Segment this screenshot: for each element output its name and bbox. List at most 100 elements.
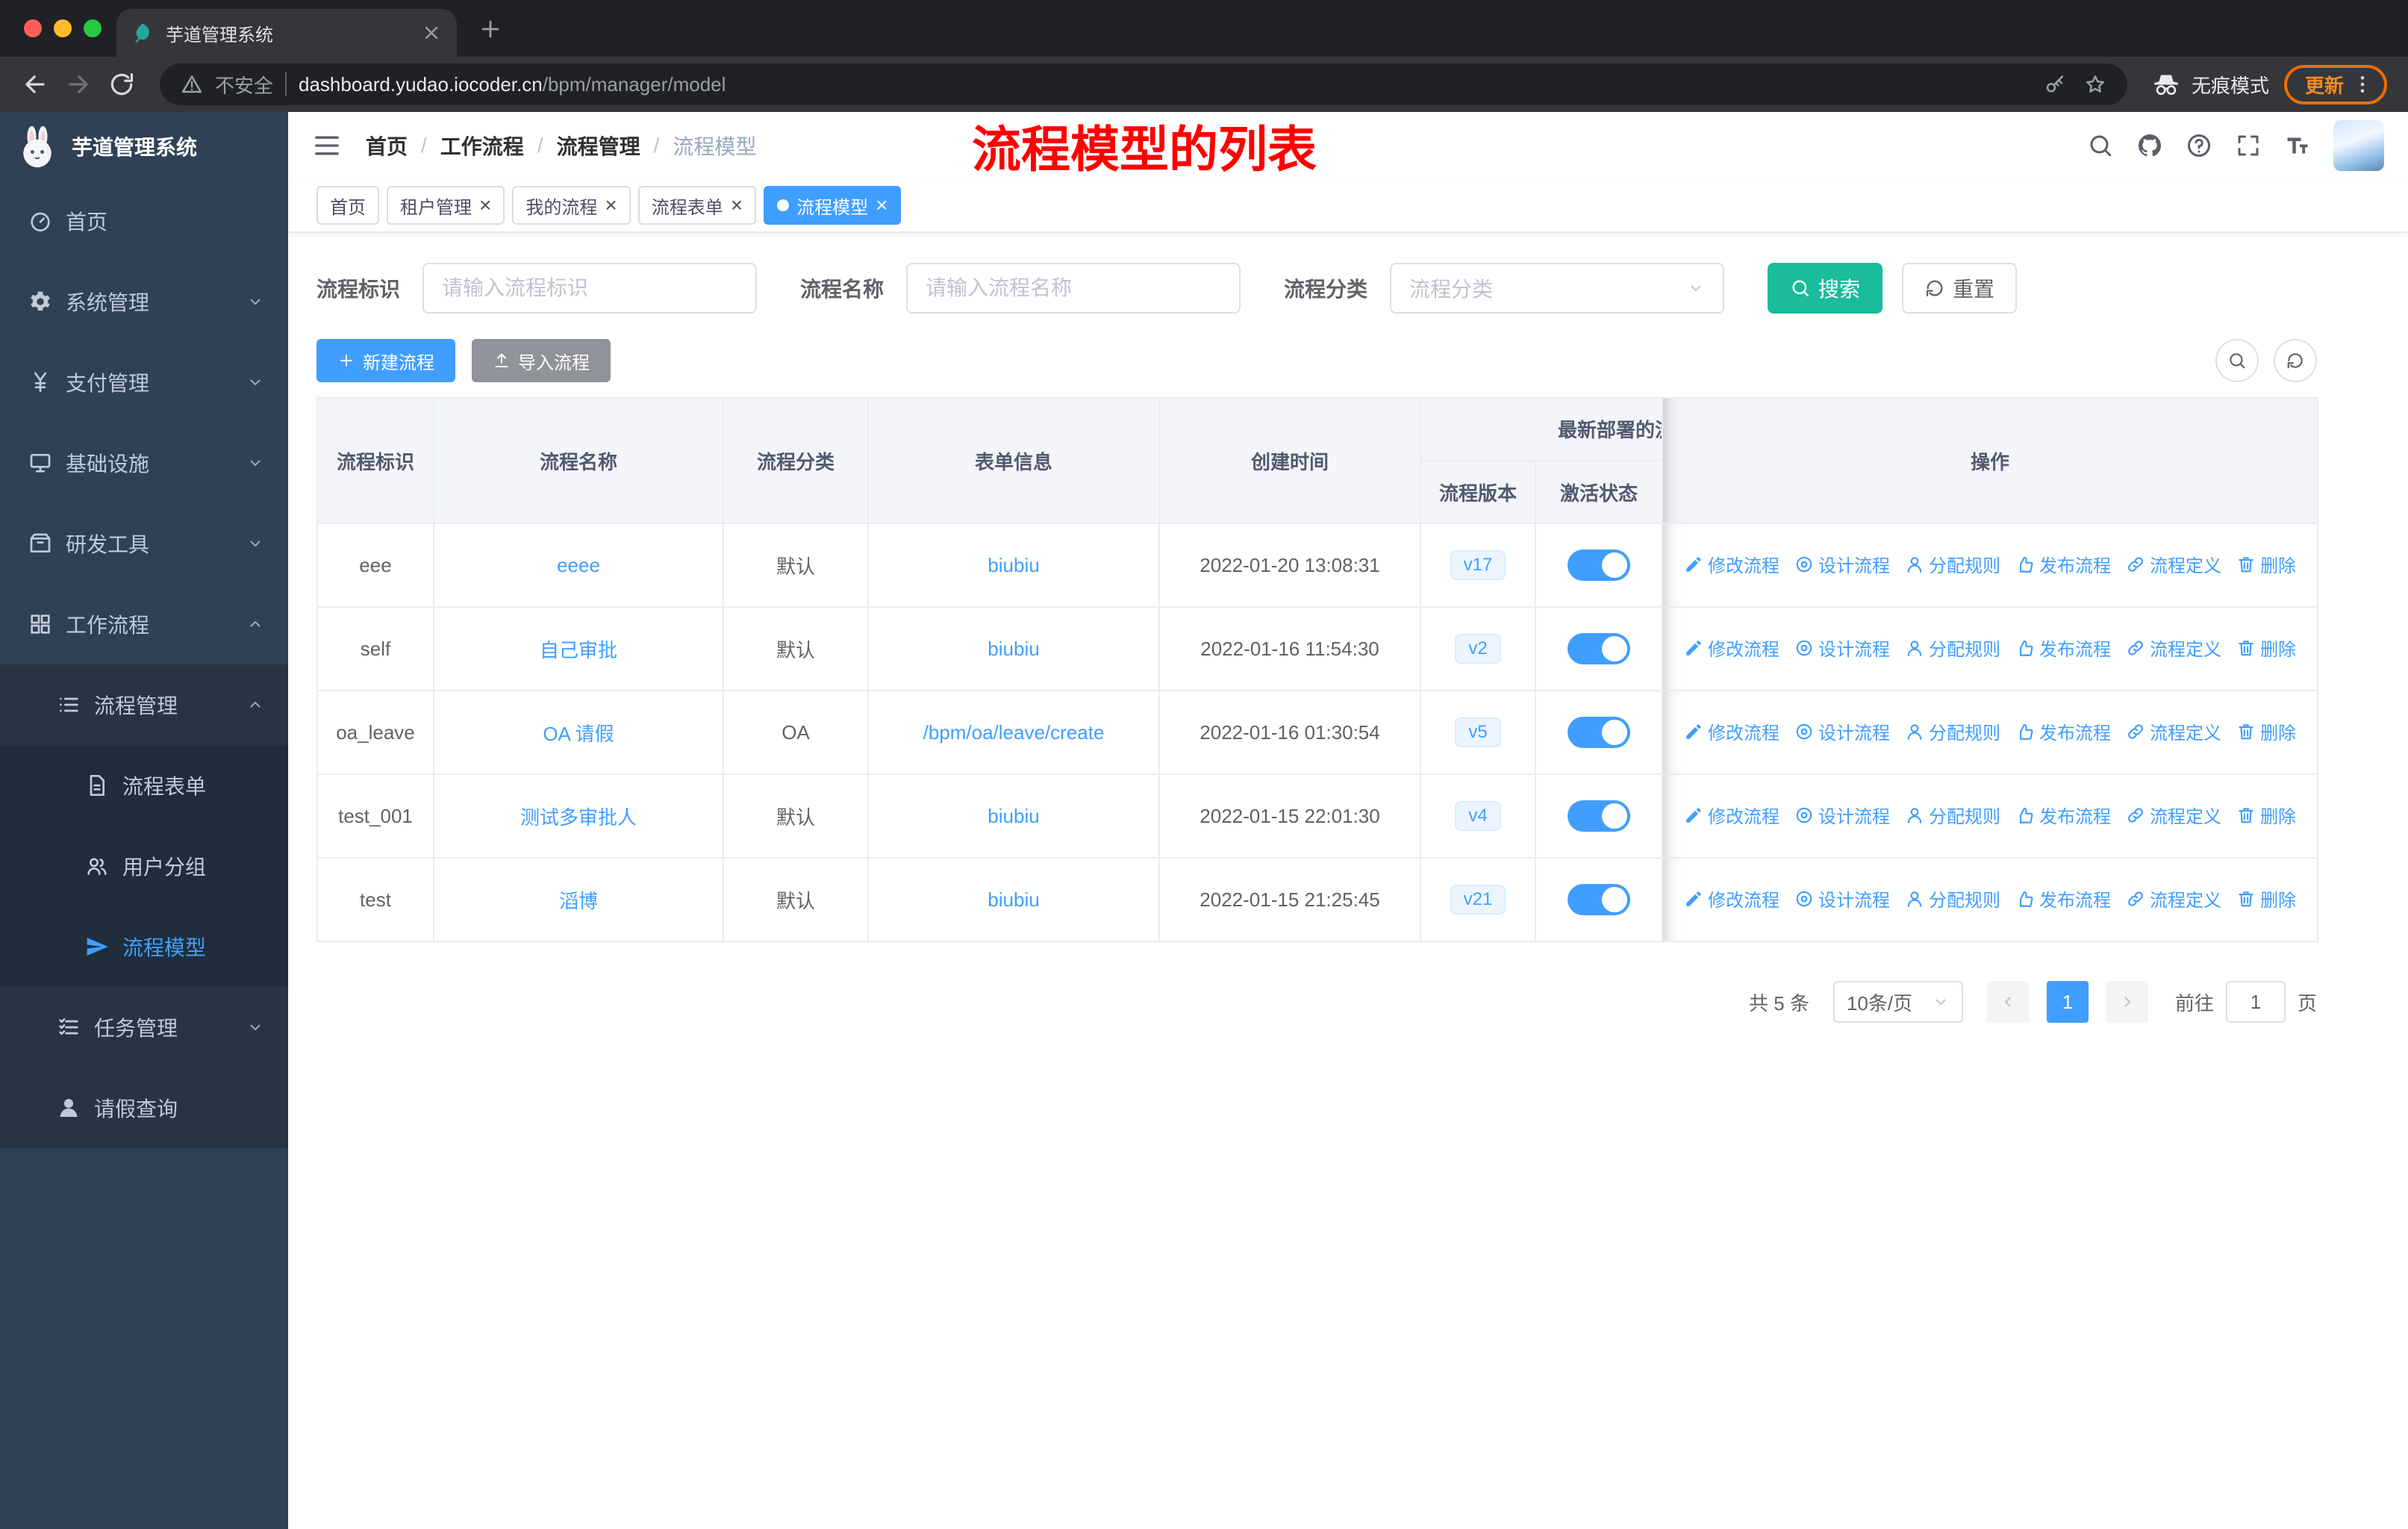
row-action-publish[interactable]: 发布流程 (2015, 635, 2111, 661)
sidebar-logo[interactable]: 芋道管理系统 (0, 112, 288, 181)
back-button[interactable] (21, 70, 49, 99)
goto-page-input[interactable] (2225, 981, 2286, 1023)
help-icon[interactable] (2186, 132, 2212, 159)
tag-close-icon[interactable]: × (876, 195, 888, 216)
page-tag-4[interactable]: 流程模型 × (764, 186, 902, 225)
process-name-input[interactable] (906, 263, 1241, 314)
form-info-link[interactable]: biubiu (988, 805, 1039, 827)
breadcrumb-item-1[interactable]: 工作流程 (440, 131, 524, 161)
browser-tab[interactable]: 芋道管理系统 (116, 9, 457, 57)
form-info-link[interactable]: biubiu (988, 554, 1039, 576)
bookmark-star-icon[interactable] (2084, 73, 2106, 96)
row-action-modify[interactable]: 修改流程 (1684, 885, 1780, 912)
version-tag[interactable]: v5 (1455, 717, 1501, 747)
row-action-design[interactable]: 设计流程 (1794, 802, 1890, 828)
version-tag[interactable]: v21 (1450, 885, 1506, 915)
row-action-definition[interactable]: 流程定义 (2126, 718, 2221, 744)
tab-close-icon[interactable] (421, 22, 442, 43)
row-action-definition[interactable]: 流程定义 (2126, 885, 2221, 912)
security-warning-icon[interactable] (181, 73, 203, 96)
new-tab-button[interactable] (478, 16, 503, 42)
row-action-assign-rule[interactable]: 分配规则 (1905, 802, 2000, 828)
sidebar-item-dev-tools[interactable]: 研发工具 (0, 503, 288, 584)
sidebar-item-process-model[interactable]: 流程模型 (0, 906, 288, 987)
reload-button[interactable] (107, 70, 136, 99)
row-action-definition[interactable]: 流程定义 (2126, 802, 2221, 828)
category-select[interactable]: 流程分类 (1390, 263, 1725, 314)
process-name-link[interactable]: 滔博 (559, 890, 598, 912)
sidebar-item-workflow[interactable]: 工作流程 (0, 584, 288, 664)
row-action-assign-rule[interactable]: 分配规则 (1905, 718, 2000, 744)
row-action-design[interactable]: 设计流程 (1794, 551, 1890, 577)
row-action-design[interactable]: 设计流程 (1794, 718, 1890, 744)
window-zoom-button[interactable] (84, 19, 102, 37)
activation-toggle[interactable] (1568, 717, 1630, 748)
reset-button[interactable]: 重置 (1902, 263, 2018, 314)
fullscreen-icon[interactable] (2235, 132, 2262, 159)
sidebar-item-payment-management[interactable]: 支付管理 (0, 342, 288, 423)
tag-close-icon[interactable]: × (731, 195, 743, 216)
process-name-link[interactable]: eeee (557, 554, 600, 576)
prev-page-button[interactable] (1986, 981, 2029, 1023)
process-key-input[interactable] (422, 263, 758, 314)
row-action-assign-rule[interactable]: 分配规则 (1905, 551, 2000, 577)
sidebar-item-process-management[interactable]: 流程管理 (0, 664, 288, 745)
font-size-icon[interactable] (2284, 132, 2311, 159)
version-tag[interactable]: v4 (1455, 801, 1501, 831)
tag-close-icon[interactable]: × (479, 195, 491, 216)
tag-close-icon[interactable]: × (605, 195, 617, 216)
process-name-link[interactable]: OA 请假 (543, 723, 614, 745)
form-info-link[interactable]: /bpm/oa/leave/create (923, 721, 1105, 744)
toggle-search-button[interactable] (2215, 339, 2259, 382)
user-avatar[interactable] (2333, 120, 2384, 171)
browser-menu-icon[interactable] (2351, 73, 2374, 96)
page-size-select[interactable]: 10条/页 (1832, 981, 1963, 1023)
page-tag-1[interactable]: 租户管理 × (387, 186, 505, 225)
sidebar-item-leave-query[interactable]: 请假查询 (0, 1068, 288, 1148)
row-action-assign-rule[interactable]: 分配规则 (1905, 635, 2000, 661)
sidebar-item-home[interactable]: 首页 (0, 181, 288, 261)
breadcrumb-item-2[interactable]: 流程管理 (557, 131, 640, 161)
sidebar-item-system-management[interactable]: 系统管理 (0, 261, 288, 342)
row-action-modify[interactable]: 修改流程 (1684, 802, 1780, 828)
activation-toggle[interactable] (1568, 800, 1630, 832)
row-action-modify[interactable]: 修改流程 (1684, 635, 1780, 661)
row-action-design[interactable]: 设计流程 (1794, 885, 1890, 912)
row-action-design[interactable]: 设计流程 (1794, 635, 1890, 661)
page-tag-3[interactable]: 流程表单 × (637, 186, 757, 225)
sidebar-item-infrastructure[interactable]: 基础设施 (0, 423, 288, 503)
window-close-button[interactable] (24, 19, 42, 37)
version-tag[interactable]: v2 (1455, 634, 1501, 664)
sidebar-item-process-form[interactable]: 流程表单 (0, 745, 288, 826)
row-action-definition[interactable]: 流程定义 (2126, 551, 2221, 577)
activation-toggle[interactable] (1568, 549, 1630, 581)
row-action-publish[interactable]: 发布流程 (2015, 718, 2111, 744)
create-process-button[interactable]: 新建流程 (316, 339, 455, 382)
activation-toggle[interactable] (1568, 633, 1630, 664)
row-action-publish[interactable]: 发布流程 (2015, 551, 2111, 577)
row-action-modify[interactable]: 修改流程 (1684, 551, 1780, 577)
row-action-publish[interactable]: 发布流程 (2015, 802, 2111, 828)
row-action-publish[interactable]: 发布流程 (2015, 885, 2111, 912)
row-action-definition[interactable]: 流程定义 (2126, 635, 2221, 661)
process-name-link[interactable]: 自己审批 (540, 639, 617, 661)
page-tag-2[interactable]: 我的流程 × (512, 186, 631, 225)
forward-button[interactable] (64, 70, 93, 99)
breadcrumb-item-0[interactable]: 首页 (366, 131, 408, 161)
next-page-button[interactable] (2106, 981, 2148, 1023)
search-icon[interactable] (2087, 132, 2114, 159)
browser-update-button[interactable]: 更新 (2283, 64, 2387, 105)
github-icon[interactable] (2136, 132, 2163, 159)
row-action-modify[interactable]: 修改流程 (1684, 718, 1780, 744)
row-action-delete[interactable]: 删除 (2236, 802, 2296, 828)
row-action-delete[interactable]: 删除 (2236, 885, 2296, 912)
window-minimize-button[interactable] (54, 19, 72, 37)
password-key-icon[interactable] (2044, 73, 2066, 96)
hamburger-icon[interactable] (312, 131, 342, 161)
row-action-delete[interactable]: 删除 (2236, 635, 2296, 661)
address-bar[interactable]: 不安全 dashboard.yudao.iocoder.cn/bpm/manag… (160, 63, 2127, 105)
import-process-button[interactable]: 导入流程 (472, 339, 611, 382)
search-button[interactable]: 搜索 (1768, 263, 1883, 314)
form-info-link[interactable]: biubiu (988, 888, 1039, 911)
page-tag-0[interactable]: 首页 (316, 186, 379, 225)
